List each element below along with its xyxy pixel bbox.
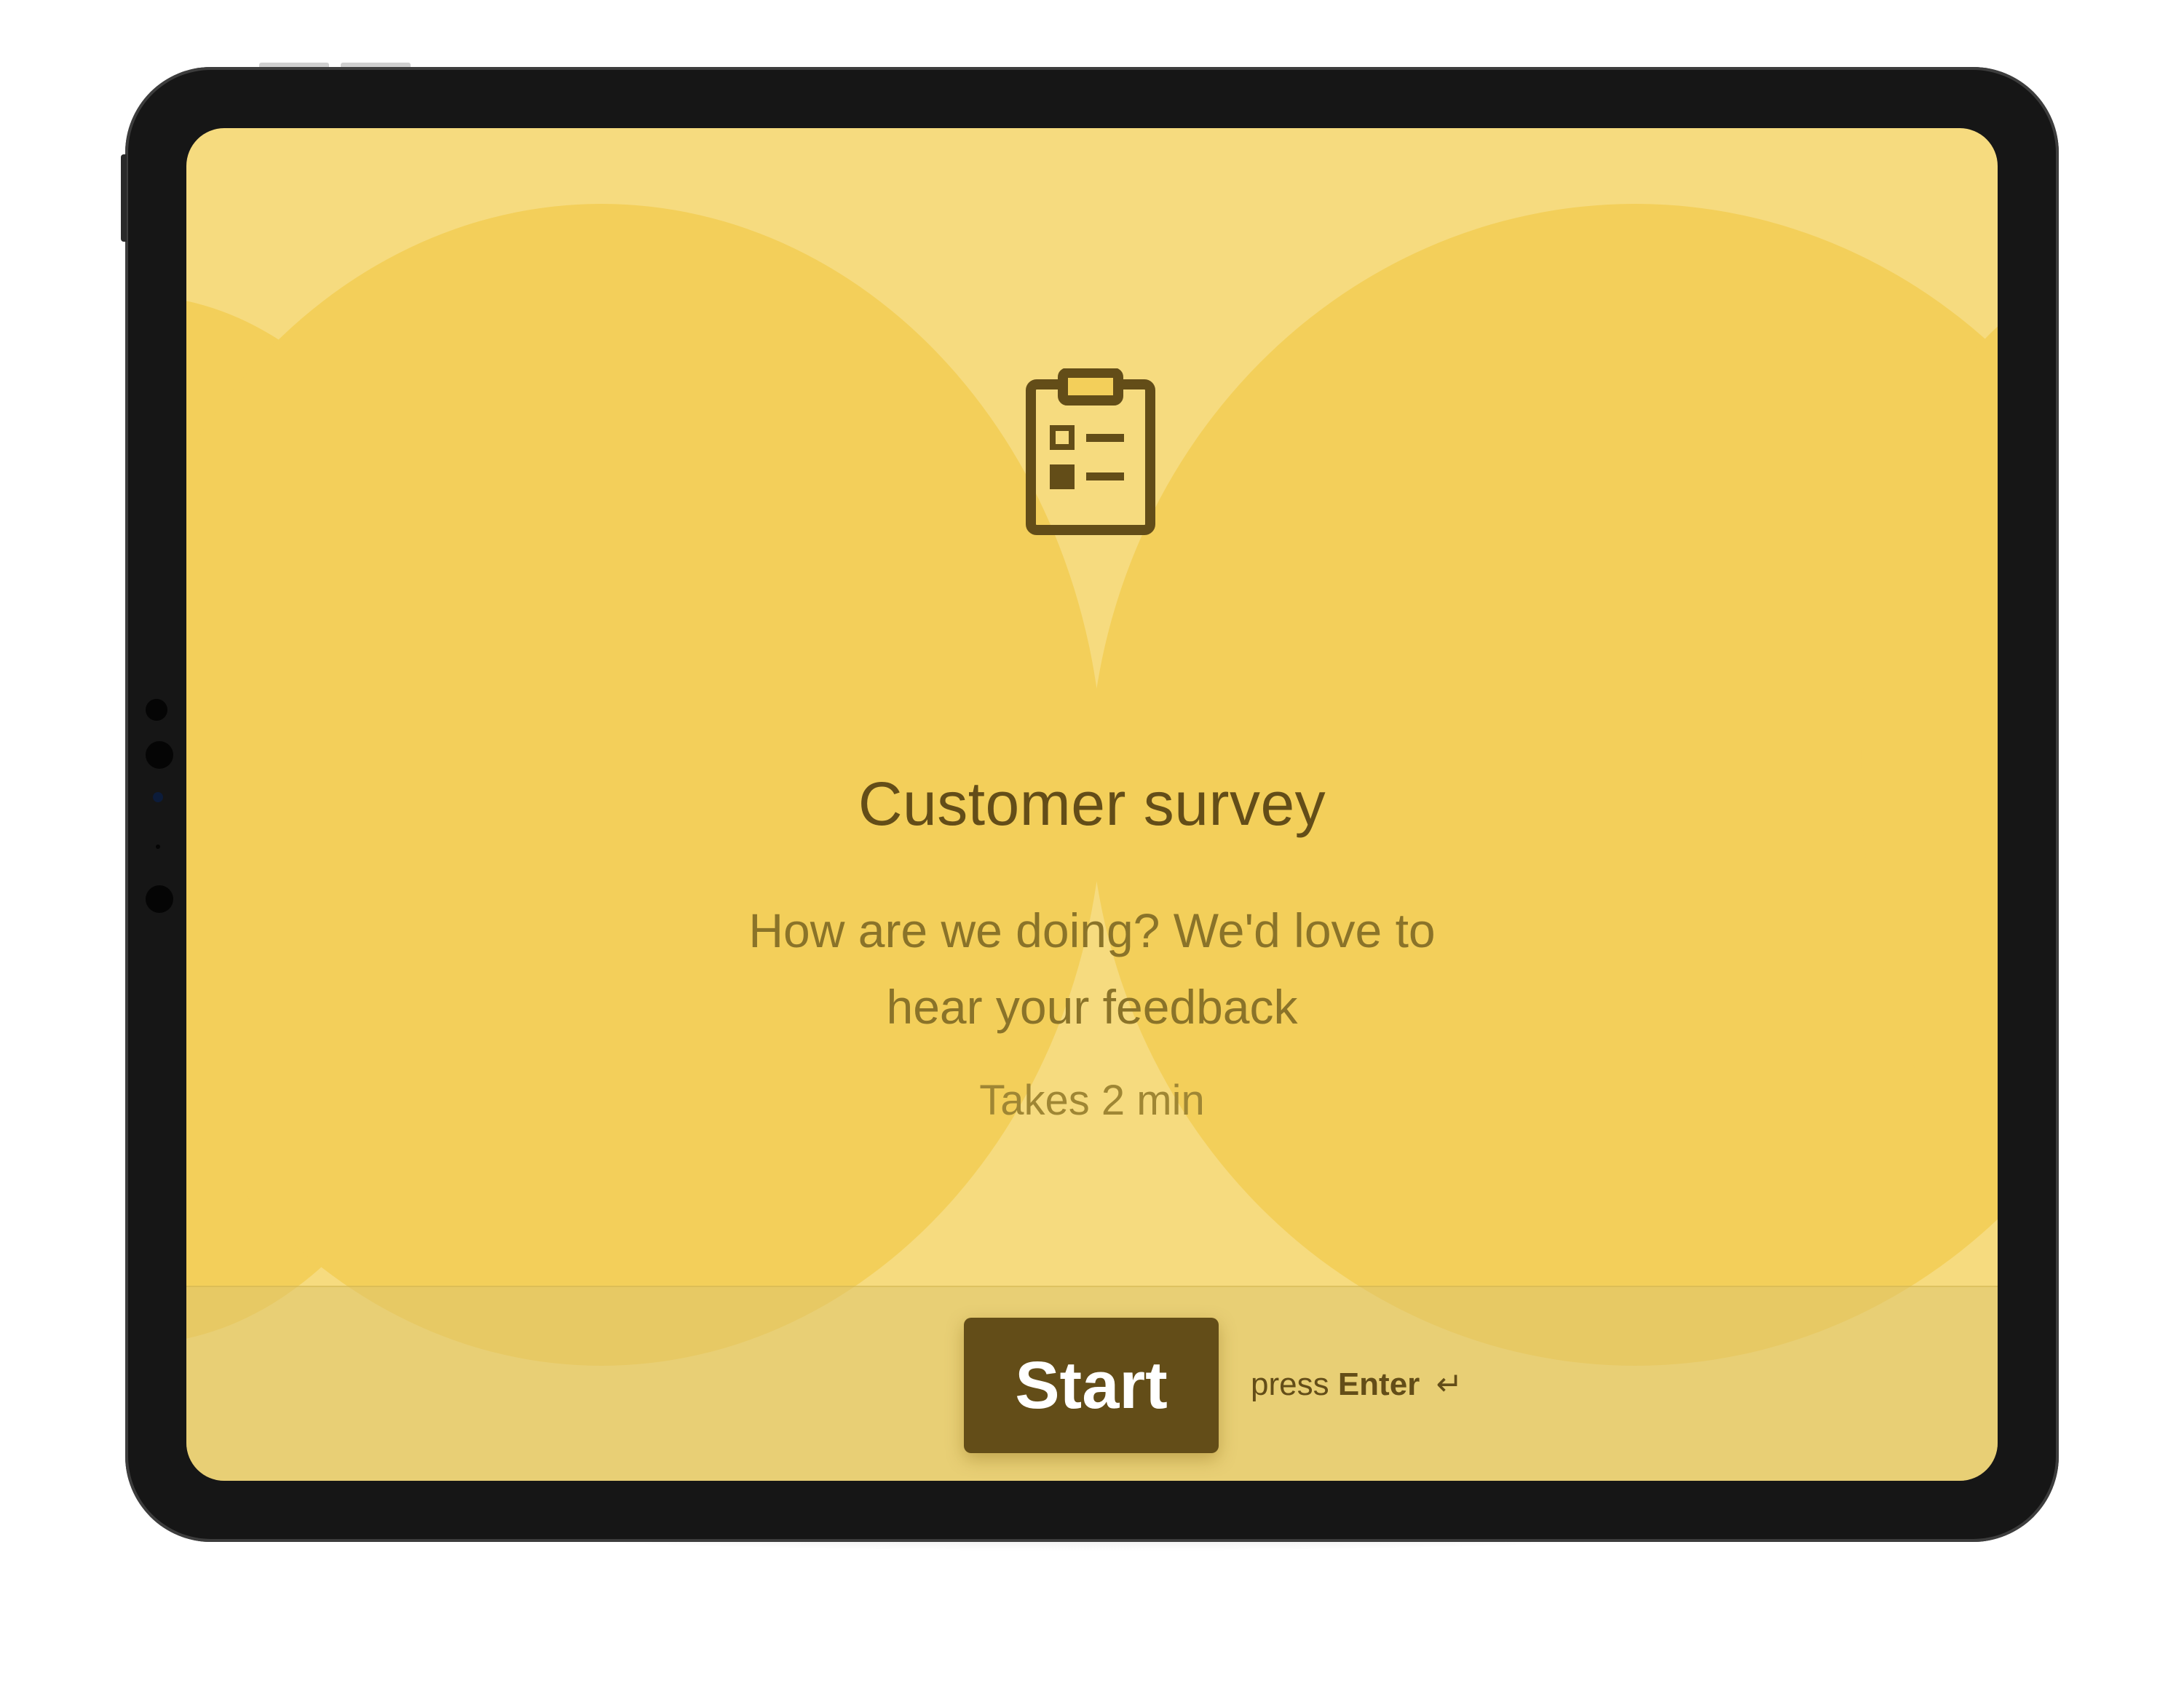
hint-prefix: press (1251, 1366, 1329, 1402)
enter-icon: ↵ (1436, 1366, 1463, 1402)
survey-title: Customer survey (858, 770, 1326, 838)
survey-duration: Takes 2 min (979, 1077, 1205, 1124)
pencil-connector (146, 699, 175, 917)
volume-buttons (259, 63, 412, 67)
survey-screen: Customer survey How are we doing? We'd l… (186, 128, 1998, 1481)
hint-key: Enter (1337, 1366, 1420, 1402)
survey-footer: Start press Enter ↵ (186, 1286, 1998, 1481)
keyboard-hint: press Enter ↵ (1251, 1366, 1463, 1403)
device-mockup: Customer survey How are we doing? We'd l… (0, 0, 2184, 1689)
side-button (121, 154, 127, 242)
survey-intro: Customer survey How are we doing? We'd l… (186, 128, 1998, 1286)
survey-subtitle: How are we doing? We'd love to hear your… (748, 903, 1436, 1034)
start-button[interactable]: Start (964, 1318, 1219, 1453)
clipboard-checklist-icon (1026, 368, 1155, 535)
